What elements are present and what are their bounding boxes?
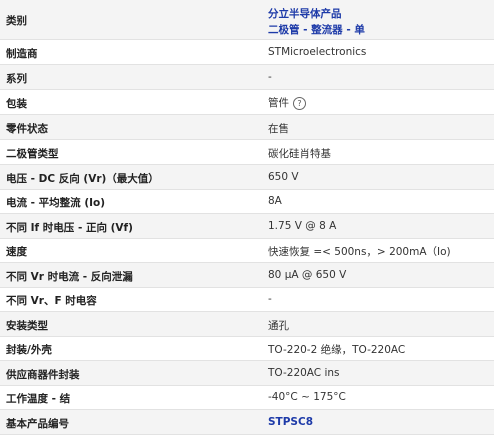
spec-label: 二极管类型 <box>6 148 59 160</box>
spec-label: 包装 <box>6 98 27 110</box>
spec-label: 不同 Vr、F 时电容 <box>6 295 97 307</box>
spec-row-base-product-number: 基本产品编号 STPSC8 <box>0 410 494 435</box>
spec-value: - <box>268 71 272 83</box>
spec-label: 基本产品编号 <box>6 418 69 430</box>
spec-label: 系列 <box>6 73 27 85</box>
spec-row-reverse-voltage: 电压 - DC 反向 (Vr)（最大值） 650 V <box>0 165 494 190</box>
spec-value: 在售 <box>268 123 289 135</box>
spec-row-forward-voltage: 不同 If 时电压 - 正向 (Vf) 1.75 V @ 8 A <box>0 214 494 239</box>
spec-row-speed: 速度 快速恢复 =< 500ns，> 200mA（Io) <box>0 239 494 263</box>
spec-row-reverse-leakage: 不同 Vr 时电流 - 反向泄漏 80 µA @ 650 V <box>0 263 494 288</box>
spec-label: 工作温度 - 结 <box>6 393 71 405</box>
spec-label: 电流 - 平均整流 (Io) <box>6 197 106 209</box>
spec-value: 快速恢复 =< 500ns，> 200mA（Io) <box>268 246 451 258</box>
spec-label: 安装类型 <box>6 320 48 332</box>
category-link-line2[interactable]: 二极管 - 整流器 - 单 <box>268 22 365 37</box>
spec-value: 650 V <box>268 171 299 183</box>
spec-value: STMicroelectronics <box>268 46 367 58</box>
spec-label: 电压 - DC 反向 (Vr)（最大值） <box>6 173 159 185</box>
spec-row-mounting-type: 安装类型 通孔 <box>0 312 494 337</box>
spec-row-operating-temp: 工作温度 - 结 -40°C ~ 175°C <box>0 386 494 410</box>
base-product-number-link[interactable]: STPSC8 <box>268 416 313 428</box>
spec-row-part-status: 零件状态 在售 <box>0 115 494 140</box>
category-link[interactable]: 分立半导体产品 二极管 - 整流器 - 单 <box>268 6 365 37</box>
spec-row-capacitance: 不同 Vr、F 时电容 - <box>0 288 494 312</box>
spec-label: 制造商 <box>6 48 38 60</box>
spec-row-package-case: 封装/外壳 TO-220-2 绝缘，TO-220AC <box>0 337 494 361</box>
spec-row-supplier-package: 供应商器件封装 TO-220AC ins <box>0 361 494 386</box>
spec-row-manufacturer: 制造商 STMicroelectronics <box>0 40 494 65</box>
help-icon[interactable]: ? <box>293 96 306 110</box>
spec-label: 不同 If 时电压 - 正向 (Vf) <box>6 222 133 234</box>
spec-row-avg-current: 电流 - 平均整流 (Io) 8A <box>0 190 494 214</box>
spec-value: 管件 <box>268 97 289 109</box>
spec-value: TO-220AC ins <box>268 367 340 379</box>
spec-row-diode-type: 二极管类型 碳化硅肖特基 <box>0 140 494 165</box>
spec-row-category: 类别 分立半导体产品 二极管 - 整流器 - 单 <box>0 0 494 40</box>
spec-label: 封装/外壳 <box>6 344 52 356</box>
spec-value: -40°C ~ 175°C <box>268 391 346 403</box>
category-link-line1[interactable]: 分立半导体产品 <box>268 8 342 20</box>
spec-value: TO-220-2 绝缘，TO-220AC <box>268 344 406 356</box>
spec-row-series: 系列 - <box>0 65 494 90</box>
spec-label: 零件状态 <box>6 123 48 135</box>
spec-value-wrap: 管件? <box>268 95 306 110</box>
spec-label: 类别 <box>6 15 27 27</box>
spec-label: 不同 Vr 时电流 - 反向泄漏 <box>6 271 133 283</box>
spec-value: 碳化硅肖特基 <box>268 148 331 160</box>
spec-label: 供应商器件封装 <box>6 369 80 381</box>
spec-value: 通孔 <box>268 320 289 332</box>
spec-value: 1.75 V @ 8 A <box>268 220 337 232</box>
spec-value: 80 µA @ 650 V <box>268 269 347 281</box>
spec-row-packaging: 包装 管件? <box>0 90 494 115</box>
product-spec-table: 类别 分立半导体产品 二极管 - 整流器 - 单 制造商 STMicroelec… <box>0 0 494 436</box>
spec-label: 速度 <box>6 246 27 258</box>
spec-value: 8A <box>268 195 282 207</box>
spec-value: - <box>268 293 272 305</box>
